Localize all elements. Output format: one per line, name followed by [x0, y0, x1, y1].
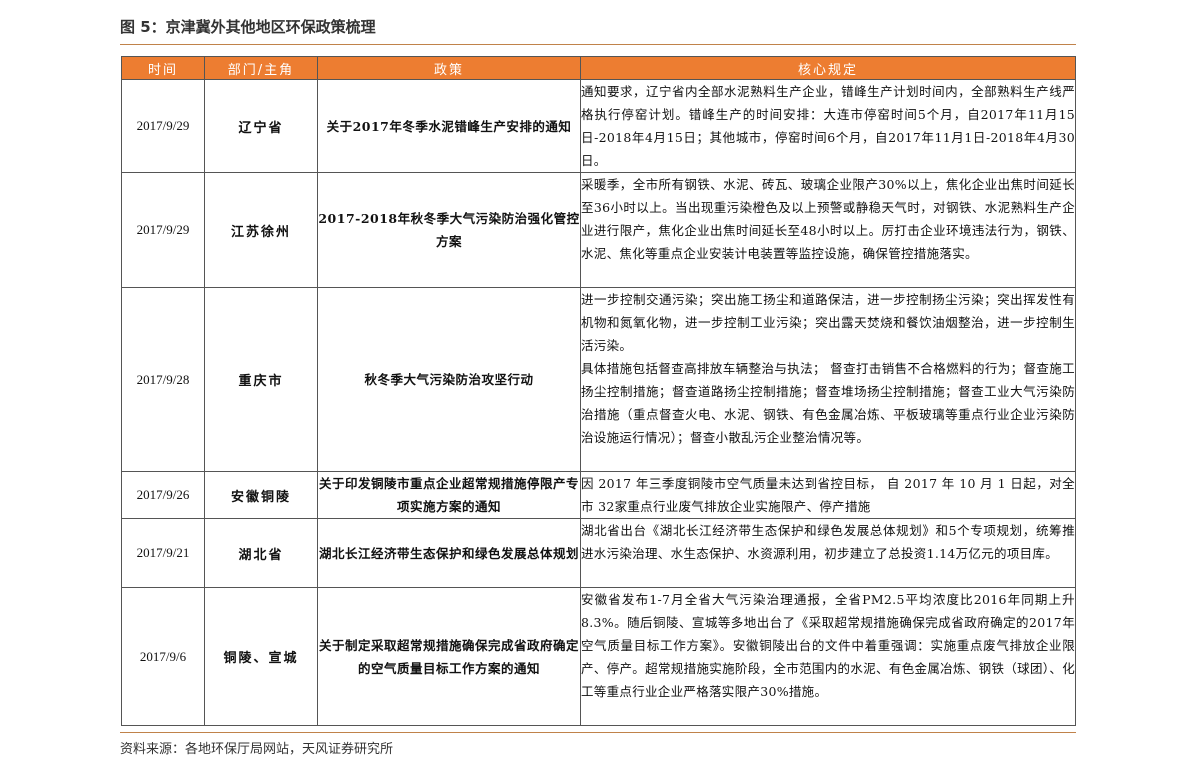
- row-dept: 重庆市: [204, 287, 318, 472]
- header-time: 时间: [121, 56, 205, 80]
- table-row: 2017/9/29 辽宁省 关于2017年冬季水泥错峰生产安排的通知 通知要求，…: [121, 79, 1076, 173]
- table-row: 2017/9/21 湖北省 湖北长江经济带生态保护和绿色发展总体规划 湖北省出台…: [121, 518, 1076, 588]
- row-policy: 湖北长江经济带生态保护和绿色发展总体规划: [317, 518, 581, 588]
- rule-text: 通知要求，辽宁省内全部水泥熟料生产企业，错峰生产计划时间内，全部熟料生产线严格执…: [581, 84, 1075, 168]
- row-dept: 安徽铜陵: [204, 471, 318, 519]
- row-dept: 铜陵、宣城: [204, 587, 318, 726]
- row-time: 2017/9/29: [121, 79, 205, 173]
- row-time: 2017/9/21: [121, 518, 205, 588]
- table-header-row: 时间 部门/主角 政策 核心规定: [121, 56, 1076, 80]
- row-rules: 湖北省出台《湖北长江经济带生态保护和绿色发展总体规划》和5个专项规划，统筹推进水…: [580, 518, 1076, 588]
- rule-text: 因 2017 年三季度铜陵市空气质量未达到省控目标， 自 2017 年 10 月…: [581, 476, 1075, 514]
- header-policy: 政策: [317, 56, 581, 80]
- footer-divider: [120, 732, 1076, 733]
- table-row: 2017/9/6 铜陵、宣城 关于制定采取超常规措施确保完成省政府确定的空气质量…: [121, 587, 1076, 726]
- row-policy: 关于印发铜陵市重点企业超常规措施停限产专项实施方案的通知: [317, 471, 581, 519]
- row-dept: 湖北省: [204, 518, 318, 588]
- rule-text: 进一步控制交通污染；突出施工扬尘和道路保洁，进一步控制扬尘污染；突出挥发性有机物…: [581, 292, 1075, 353]
- rule-text: 具体措施包括督查高排放车辆整治与执法； 督查打击销售不合格燃料的行为；督查施工扬…: [581, 361, 1075, 445]
- row-time: 2017/9/28: [121, 287, 205, 472]
- table-row: 2017/9/29 江苏徐州 2017-2018年秋冬季大气污染防治强化管控方案…: [121, 172, 1076, 288]
- row-time: 2017/9/26: [121, 471, 205, 519]
- header-dept: 部门/主角: [204, 56, 318, 80]
- header-rules: 核心规定: [580, 56, 1076, 80]
- table-row: 2017/9/26 安徽铜陵 关于印发铜陵市重点企业超常规措施停限产专项实施方案…: [121, 471, 1076, 519]
- row-rules: 安徽省发布1-7月全省大气污染治理通报，全省PM2.5平均浓度比2016年同期上…: [580, 587, 1076, 726]
- row-rules: 采暖季，全市所有钢铁、水泥、砖瓦、玻璃企业限产30%以上，焦化企业出焦时间延长至…: [580, 172, 1076, 288]
- row-dept: 辽宁省: [204, 79, 318, 173]
- rule-text: 采暖季，全市所有钢铁、水泥、砖瓦、玻璃企业限产30%以上，焦化企业出焦时间延长至…: [581, 177, 1075, 261]
- row-dept: 江苏徐州: [204, 172, 318, 288]
- row-rules: 进一步控制交通污染；突出施工扬尘和道路保洁，进一步控制扬尘污染；突出挥发性有机物…: [580, 287, 1076, 472]
- table-row: 2017/9/28 重庆市 秋冬季大气污染防治攻坚行动 进一步控制交通污染；突出…: [121, 287, 1076, 472]
- row-rules: 因 2017 年三季度铜陵市空气质量未达到省控目标， 自 2017 年 10 月…: [580, 471, 1076, 519]
- rule-text: 安徽省发布1-7月全省大气污染治理通报，全省PM2.5平均浓度比2016年同期上…: [581, 592, 1075, 699]
- row-policy: 关于2017年冬季水泥错峰生产安排的通知: [317, 79, 581, 173]
- policy-table: 时间 部门/主角 政策 核心规定 2017/9/29 辽宁省 关于2017年冬季…: [121, 56, 1076, 726]
- row-rules: 通知要求，辽宁省内全部水泥熟料生产企业，错峰生产计划时间内，全部熟料生产线严格执…: [580, 79, 1076, 173]
- row-time: 2017/9/6: [121, 587, 205, 726]
- figure-title: 图 5：京津冀外其他地区环保政策梳理: [120, 18, 376, 36]
- row-policy: 秋冬季大气污染防治攻坚行动: [317, 287, 581, 472]
- row-policy: 2017-2018年秋冬季大气污染防治强化管控方案: [317, 172, 581, 288]
- row-time: 2017/9/29: [121, 172, 205, 288]
- source-note: 资料来源：各地环保厅局网站，天风证券研究所: [120, 742, 394, 757]
- title-divider: [120, 44, 1076, 45]
- rule-text: 湖北省出台《湖北长江经济带生态保护和绿色发展总体规划》和5个专项规划，统筹推进水…: [581, 523, 1075, 561]
- row-policy: 关于制定采取超常规措施确保完成省政府确定的空气质量目标工作方案的通知: [317, 587, 581, 726]
